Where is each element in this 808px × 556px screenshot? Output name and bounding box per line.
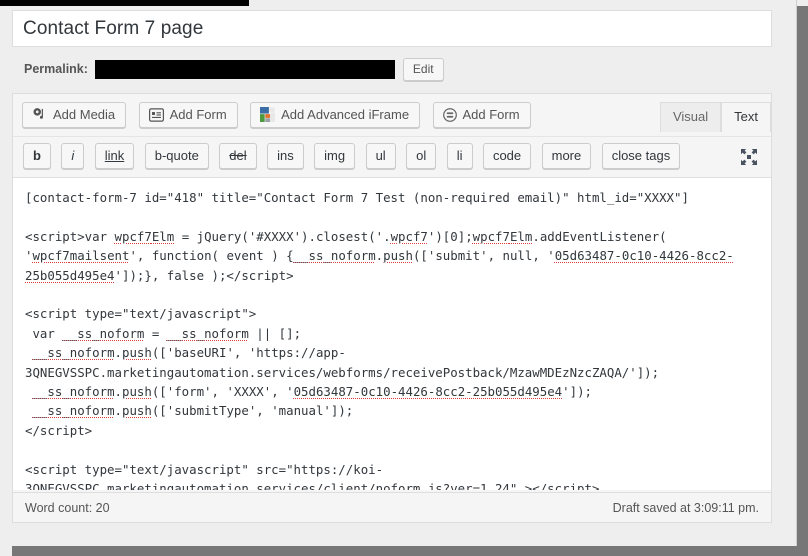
permalink-value-redacted [94,59,395,79]
add-form-button[interactable]: Add Form [138,102,238,128]
window-frame-bottom [12,546,808,556]
quicktag-i[interactable]: i [61,143,85,169]
add-media-label: Add Media [53,107,116,122]
add-advanced-iframe-label: Add Advanced iFrame [281,107,410,122]
quicktag-b[interactable]: b [23,143,51,169]
add-media-icon [32,107,47,122]
edit-permalink-button[interactable]: Edit [402,57,444,81]
fullscreen-icon[interactable] [739,147,759,167]
draft-saved-status: Draft saved at 3:09:11 pm. [612,500,759,515]
quicktag-ul[interactable]: ul [365,143,396,169]
permalink-label: Permalink: [24,62,88,76]
quicktag-more[interactable]: more [541,143,592,169]
quicktag-ol[interactable]: ol [406,143,437,169]
quicktag-del[interactable]: del [219,143,257,169]
add-form-secondary-label: Add Form [462,107,520,122]
tab-text[interactable]: Text [721,102,771,132]
add-form-secondary-button[interactable]: Add Form [432,102,531,128]
post-content-text: [contact-form-7 id="418" title="Contact … [25,190,734,490]
editor-container: Add Media Add Form Add Advanced iFrame A… [12,93,772,523]
word-count: Word count: 20 [25,500,110,515]
add-advanced-iframe-icon [260,107,276,122]
tab-visual[interactable]: Visual [659,102,722,132]
quicktag-link[interactable]: link [94,143,135,169]
wordpress-post-editor: Contact Form 7 page Permalink: Edit Add … [0,0,797,546]
add-media-button[interactable]: Add Media [22,102,127,128]
add-form-secondary-icon [442,107,457,122]
window-frame-right [796,6,808,556]
quicktag-b-quote[interactable]: b-quote [144,143,209,169]
editor-mode-tabs: Visual Text [659,102,771,132]
add-advanced-iframe-button[interactable]: Add Advanced iFrame [250,102,421,128]
quicktag-img[interactable]: img [314,143,356,169]
quicktag-code[interactable]: code [482,143,532,169]
post-content-textarea[interactable]: [contact-form-7 id="418" title="Contact … [13,178,771,490]
post-title-field[interactable]: Contact Form 7 page [12,10,772,47]
add-form-label: Add Form [169,107,227,122]
permalink-row: Permalink: Edit [12,55,772,83]
add-form-icon [148,107,164,122]
quicktag-close-tags[interactable]: close tags [601,143,681,169]
page-title: Contact Form 7 page [23,17,204,39]
quicktags-toolbar: b i link b-quote del ins img ul ol li co… [13,136,771,178]
admin-bar-strip [0,0,249,6]
quicktag-li[interactable]: li [446,143,473,169]
screenshot-root: Contact Form 7 page Permalink: Edit Add … [0,0,808,556]
media-buttons-row: Add Media Add Form Add Advanced iFrame A… [13,94,771,136]
editor-status-bar: Word count: 20 Draft saved at 3:09:11 pm… [13,492,771,522]
quicktag-ins[interactable]: ins [267,143,304,169]
